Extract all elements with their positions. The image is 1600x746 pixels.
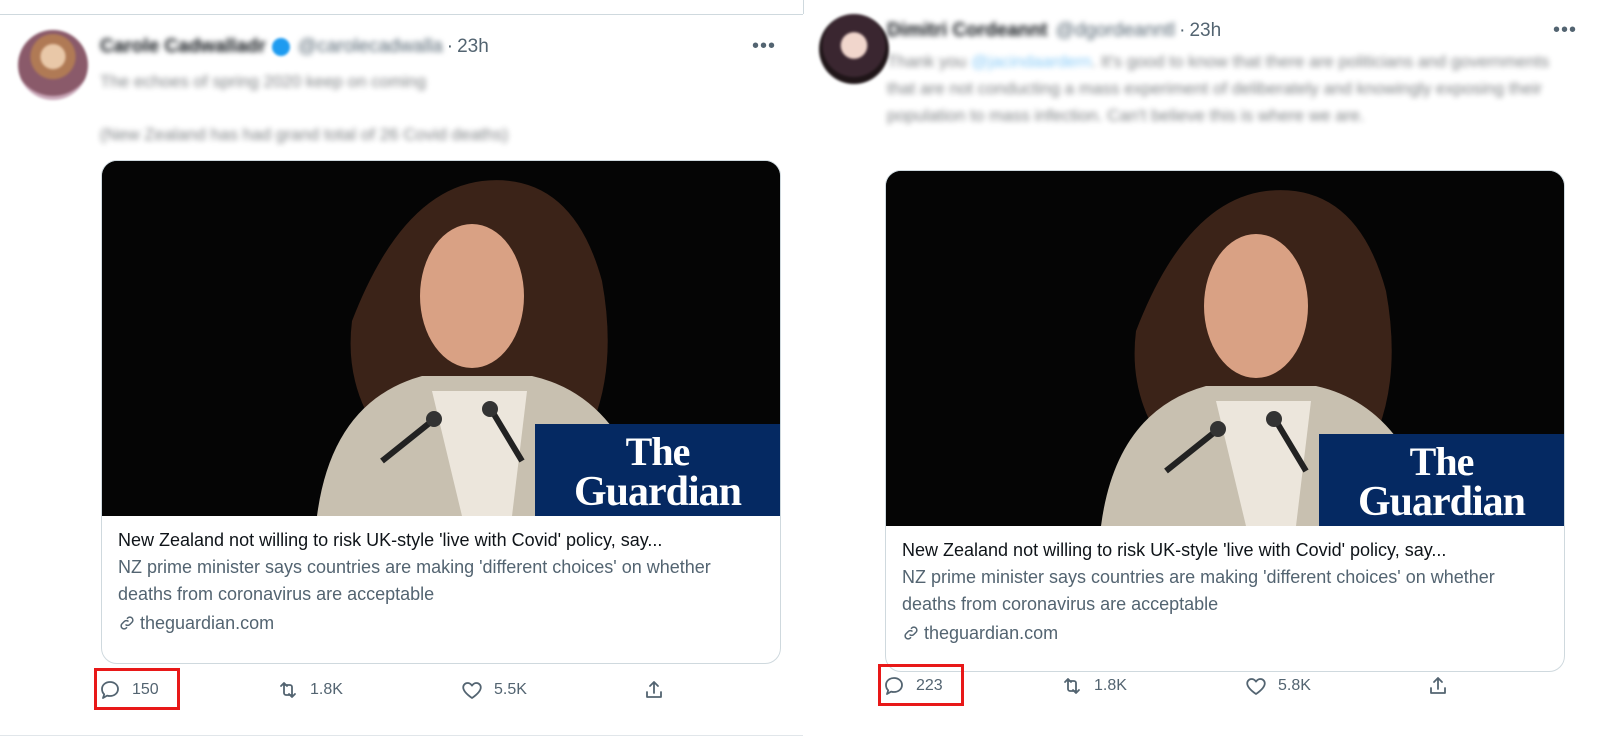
reply-icon [885,677,903,695]
tweet-left[interactable]: Carole Cadwalladr @carolecadwalla · 23h … [0,16,803,746]
card-body: New Zealand not willing to risk UK-style… [886,526,1564,648]
tweet-text-line: (New Zealand has had grand total of 26 C… [100,125,509,144]
tweet-text-pre: Thank you [887,52,972,71]
like-count: 5.5K [494,681,527,698]
link-icon [904,626,918,640]
tweet-text-line: The echoes of spring 2020 keep on coming [100,72,427,91]
logo-line-2: Guardian [573,469,742,515]
reply-button[interactable]: 150 [98,668,159,712]
timestamp[interactable]: 23h [457,36,489,58]
separator: · [1179,20,1186,41]
share-button[interactable] [642,668,676,712]
separator: · [446,36,454,57]
card-image[interactable]: The Guardian [102,161,780,516]
heart-icon [1246,678,1266,695]
logo-line-1: The [1409,439,1475,484]
tweet-header: Carole Cadwalladr @carolecadwalla · 23h [100,32,489,62]
mention-link[interactable]: @jacindaardern [971,52,1091,71]
more-horizontal-icon[interactable]: ••• [1553,20,1577,40]
card-domain[interactable]: theguardian.com [118,608,764,638]
card-image[interactable]: The Guardian [886,171,1564,526]
like-button[interactable]: 5.8K [1244,664,1311,708]
retweet-count: 1.8K [1094,677,1127,694]
retweet-button[interactable]: 1.8K [276,668,343,712]
top-divider [0,14,803,15]
author-name[interactable]: Dimitri Cordeannt [887,20,1047,42]
reply-button[interactable]: 223 [882,664,943,708]
retweet-count: 1.8K [310,681,343,698]
bottom-divider [0,735,803,736]
tweet-text: The echoes of spring 2020 keep on coming… [100,68,750,174]
timestamp[interactable]: 23h [1189,20,1221,42]
card-domain-text: theguardian.com [140,613,275,633]
reply-icon [101,681,119,699]
link-card[interactable]: The Guardian New Zealand not willing to … [885,170,1565,672]
avatar[interactable] [819,14,889,84]
card-title[interactable]: New Zealand not willing to risk UK-style… [902,536,1548,564]
share-icon [646,681,662,698]
card-domain[interactable]: theguardian.com [902,618,1548,648]
share-button[interactable] [1426,664,1460,708]
card-description: NZ prime minister says countries are mak… [902,567,1495,614]
like-button[interactable]: 5.5K [460,668,527,712]
guardian-logo: The Guardian [535,424,780,516]
tweet-header: Dimitri Cordeannt @dgordeanntl · 23h [887,16,1221,46]
logo-line-2: Guardian [1357,479,1526,525]
card-title[interactable]: New Zealand not willing to risk UK-style… [118,526,764,554]
like-count: 5.8K [1278,677,1311,694]
tweet-text: Thank you @jacindaardern. It's good to k… [887,48,1577,155]
link-card[interactable]: The Guardian New Zealand not willing to … [101,160,781,664]
retweet-icon [280,682,296,698]
heart-icon [462,682,482,699]
tweet-actions: 150 1.8K 5.5K [94,668,784,712]
reply-count: 223 [916,677,943,694]
logo-line-1: The [625,429,691,474]
author-name[interactable]: Carole Cadwalladr [100,36,266,58]
author-handle[interactable]: @carolecadwalla [298,36,443,58]
card-body: New Zealand not willing to risk UK-style… [102,516,780,638]
tweet-text-line: Thank you @jacindaardern. It's good to k… [887,48,1577,129]
guardian-logo: The Guardian [1319,434,1564,526]
tweet-actions: 223 1.8K 5.8K [878,664,1568,708]
retweet-icon [1064,678,1080,694]
author-handle[interactable]: @dgordeanntl [1055,20,1175,42]
verified-badge-icon [271,38,290,56]
avatar[interactable] [18,30,88,100]
share-icon [1430,677,1446,694]
card-domain-text: theguardian.com [924,623,1059,643]
link-icon [120,616,134,630]
more-horizontal-icon[interactable]: ••• [752,36,776,56]
retweet-button[interactable]: 1.8K [1060,664,1127,708]
card-description: NZ prime minister says countries are mak… [118,557,711,604]
reply-count: 150 [132,681,159,698]
tweet-right[interactable]: Dimitri Cordeannt @dgordeanntl · 23h •••… [803,0,1600,746]
